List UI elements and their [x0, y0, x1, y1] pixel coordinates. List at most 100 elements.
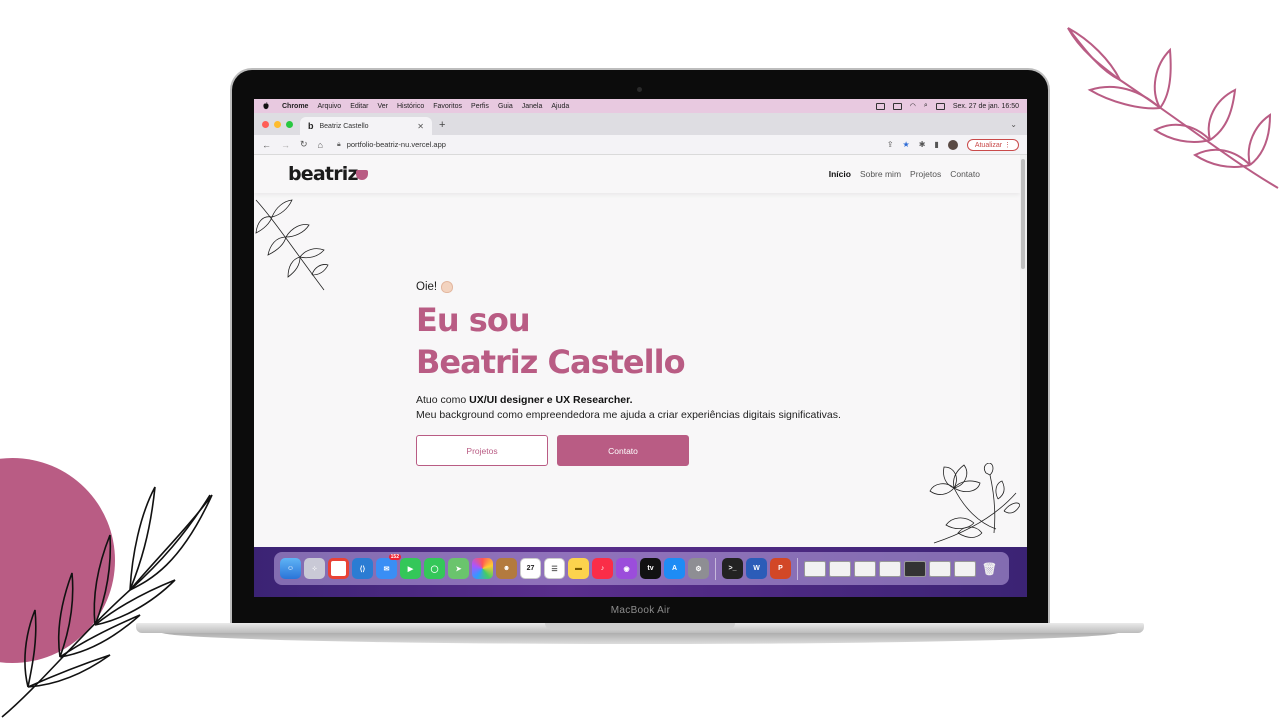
projects-button[interactable]: Projetos — [416, 435, 548, 466]
launchpad-icon[interactable]: ⁘ — [304, 558, 325, 579]
nav-projetos[interactable]: Projetos — [910, 169, 941, 179]
desc-role: UX/UI designer e UX Researcher. — [469, 394, 633, 406]
side-panel-icon[interactable]: ▮ — [934, 140, 938, 149]
menu-perfis[interactable]: Perfis — [471, 103, 489, 110]
vscode-icon[interactable]: ⟨⟩ — [352, 558, 373, 579]
app-store-icon[interactable]: A — [664, 558, 685, 579]
calendar-icon[interactable]: 27 — [520, 558, 541, 579]
address-url[interactable]: portfolio-beatriz-nu.vercel.app — [347, 140, 446, 149]
menu-janela[interactable]: Janela — [522, 103, 543, 110]
desc-prefix: Atuo como — [416, 394, 470, 406]
spotlight-icon[interactable]: ⌕ — [924, 102, 928, 110]
leaf-branch-bottom-left-icon — [1, 486, 213, 718]
apple-icon[interactable] — [262, 102, 270, 110]
greeting: Oie! — [416, 281, 916, 293]
photos-icon[interactable] — [472, 558, 493, 579]
wifi-icon[interactable]: ◠ — [910, 102, 916, 110]
hero-title: Eu sou Beatriz Castello — [416, 299, 916, 383]
trash-icon[interactable]: 🗑︎ — [979, 558, 1000, 579]
contact-button[interactable]: Contato — [557, 435, 689, 466]
control-center-icon[interactable] — [935, 102, 945, 110]
podcasts-icon[interactable]: ◉ — [616, 558, 637, 579]
reminders-icon[interactable]: ☰ — [544, 558, 565, 579]
minimized-window-thumbnail[interactable] — [879, 560, 901, 577]
menu-ver[interactable]: Ver — [377, 103, 388, 110]
new-tab-icon[interactable]: + — [439, 119, 445, 131]
chrome-icon[interactable] — [328, 558, 349, 579]
minimized-window-thumbnail[interactable] — [804, 560, 826, 577]
hero-title-line1: Eu sou — [416, 301, 531, 339]
facetime-icon[interactable]: ▶ — [400, 558, 421, 579]
nav-contato[interactable]: Contato — [950, 169, 980, 179]
minimized-window-thumbnail[interactable] — [854, 560, 876, 577]
menu-arquivo[interactable]: Arquivo — [317, 103, 341, 110]
minimized-window-thumbnail[interactable] — [954, 560, 976, 577]
reload-icon[interactable]: ↻ — [300, 139, 308, 150]
browser-tabbar: b Beatriz Castello ✕ + ⌄ — [254, 113, 1027, 135]
screen-icon[interactable] — [875, 102, 885, 110]
messages-icon[interactable]: ◯ — [424, 558, 445, 579]
site-header: beatriz Início Sobre mim Projetos Contat… — [254, 155, 1020, 193]
macos-menubar: Chrome Arquivo Editar Ver Histórico Favo… — [254, 99, 1027, 113]
share-icon[interactable]: ⇪ — [887, 140, 894, 149]
maximize-window-icon[interactable] — [286, 121, 293, 128]
menu-guia[interactable]: Guia — [498, 103, 513, 110]
minimized-window-thumbnail[interactable] — [829, 560, 851, 577]
home-icon[interactable]: ⌂ — [318, 140, 323, 150]
menubar-app-name[interactable]: Chrome — [282, 103, 308, 110]
menu-editar[interactable]: Editar — [350, 103, 368, 110]
update-button[interactable]: Atualizar ⋮ — [966, 138, 1019, 151]
contacts-icon[interactable]: ☻ — [496, 558, 517, 579]
toolbar-actions: ⇪ ★ ✱ ▮ Atualizar ⋮ — [887, 138, 1019, 151]
camera — [637, 87, 642, 92]
page-scrollbar[interactable] — [1020, 155, 1027, 547]
tab-search-chevron-icon[interactable]: ⌄ — [1010, 120, 1017, 129]
site-logo[interactable]: beatriz — [288, 163, 359, 185]
notes-icon[interactable]: ▬ — [568, 558, 589, 579]
mail-badge: 152 — [388, 554, 401, 560]
mail-icon[interactable]: ✉ 152 — [376, 554, 401, 579]
browser-tab[interactable]: b Beatriz Castello ✕ — [300, 117, 432, 135]
menu-ajuda[interactable]: Ajuda — [551, 103, 569, 110]
address-bar[interactable]: 🔒︎ portfolio-beatriz-nu.vercel.app — [337, 140, 446, 149]
floral-branch-top-left-icon — [255, 199, 329, 291]
close-tab-icon[interactable]: ✕ — [417, 122, 424, 131]
minimize-window-icon[interactable] — [274, 121, 281, 128]
lock-icon[interactable]: 🔒︎ — [337, 141, 341, 149]
word-icon[interactable]: W — [746, 558, 767, 579]
laptop-screen: Chrome Arquivo Editar Ver Histórico Favo… — [254, 99, 1027, 597]
dock-separator-2 — [797, 557, 798, 580]
battery-icon[interactable] — [892, 102, 902, 110]
forward-icon[interactable]: → — [281, 140, 290, 150]
laptop-base-shadow — [160, 632, 1120, 644]
hero-description-line1: Atuo como UX/UI designer e UX Researcher… — [416, 393, 916, 408]
hero-title-line2: Beatriz Castello — [416, 343, 686, 381]
menubar-clock[interactable]: Sex. 27 de jan. 16:50 — [953, 103, 1019, 110]
menu-historico[interactable]: Histórico — [397, 103, 424, 110]
nav-inicio[interactable]: Início — [829, 169, 851, 179]
extensions-puzzle-icon[interactable]: ✱ — [919, 140, 926, 149]
minimized-window-thumbnail[interactable] — [904, 560, 926, 577]
web-page: beatriz Início Sobre mim Projetos Contat… — [254, 155, 1020, 547]
profile-avatar[interactable] — [947, 139, 958, 150]
finder-icon[interactable]: ☺ — [280, 558, 301, 579]
powerpoint-icon[interactable]: P — [770, 558, 791, 579]
menubar-status-area: ◠ ⌕ Sex. 27 de jan. 16:50 — [875, 102, 1019, 110]
music-icon[interactable]: ♪ — [592, 558, 613, 579]
scrollbar-thumb[interactable] — [1021, 159, 1025, 269]
back-icon[interactable]: ← — [262, 140, 271, 150]
close-window-icon[interactable] — [262, 121, 269, 128]
laptop-opening-notch — [545, 623, 735, 630]
macos-dock: ☺ ⁘ ⟨⟩ ✉ 152 ▶ ◯ ➤ ☻ 27 ☰ ▬ ♪ ◉ tv A ⚙ >_… — [274, 552, 1009, 585]
apple-tv-icon[interactable]: tv — [640, 558, 661, 579]
maps-icon[interactable]: ➤ — [448, 558, 469, 579]
floral-branch-bottom-right-icon — [929, 463, 1020, 544]
terminal-icon[interactable]: >_ — [722, 558, 743, 579]
system-settings-icon[interactable]: ⚙ — [688, 558, 709, 579]
menu-favoritos[interactable]: Favoritos — [433, 103, 462, 110]
waving-hand-icon — [441, 281, 454, 293]
nav-sobre-mim[interactable]: Sobre mim — [860, 169, 901, 179]
site-nav: Início Sobre mim Projetos Contato — [829, 169, 980, 179]
minimized-window-thumbnail[interactable] — [929, 560, 951, 577]
bookmark-star-icon[interactable]: ★ — [903, 140, 910, 149]
